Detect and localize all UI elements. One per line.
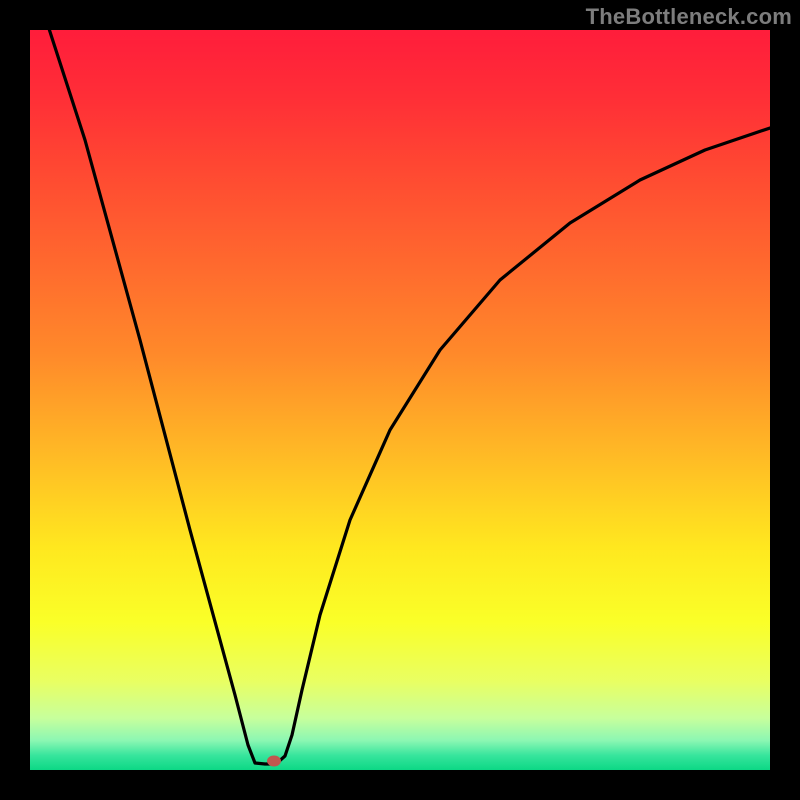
chart-plot-area <box>30 30 770 770</box>
watermark-text: TheBottleneck.com <box>586 4 792 30</box>
chart-frame: TheBottleneck.com <box>0 0 800 800</box>
bottleneck-curve <box>30 30 770 770</box>
optimum-marker <box>267 756 281 767</box>
